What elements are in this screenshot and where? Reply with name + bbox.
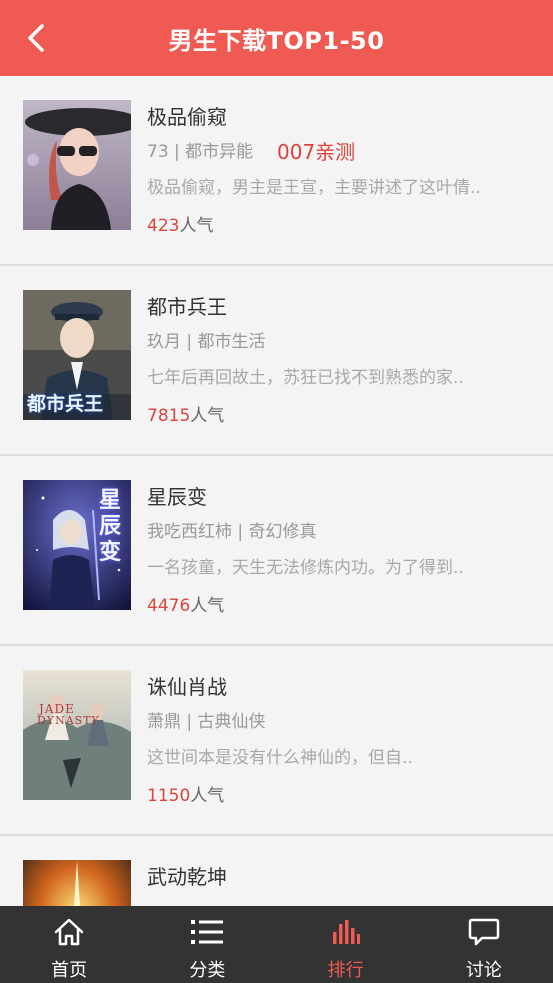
book-description: 这世间本是没有什么神仙的，但自.. xyxy=(147,748,413,768)
cover-art-text: 星辰变 xyxy=(99,488,122,565)
book-popularity: 423人气 xyxy=(147,214,533,238)
book-cover[interactable]: 都市兵王 xyxy=(23,290,131,420)
tab-ranking[interactable]: 排行 xyxy=(277,906,415,983)
tab-label: 首页 xyxy=(51,960,88,981)
bottom-tab-bar: 首页 分类 排行 讨论 xyxy=(0,906,553,983)
book-author-category: 73 | 都市异能 xyxy=(147,142,254,162)
tab-category[interactable]: 分类 xyxy=(138,906,276,983)
book-item[interactable]: JADE DYNASTY 诛仙肖战 萧鼎 | 古典仙侠 这世间本是没有什么神仙的… xyxy=(0,646,553,836)
tab-discussion[interactable]: 讨论 xyxy=(415,906,553,983)
cover-art-text: DYNASTY xyxy=(37,714,100,727)
book-item[interactable]: 都市兵王 都市兵王 玖月 | 都市生活 七年后再回故土，苏狂已找不到熟悉的家..… xyxy=(0,266,553,456)
popularity-suffix: 人气 xyxy=(190,596,225,616)
book-title[interactable]: 都市兵王 xyxy=(147,292,533,322)
popularity-count: 4476 xyxy=(147,596,191,616)
book-item[interactable]: 极品偷窥 73 | 都市异能 007亲测 极品偷窥，男主是王宣，主要讲述了这叶倩… xyxy=(0,76,553,266)
home-icon xyxy=(54,918,84,946)
book-cover[interactable] xyxy=(23,860,131,906)
bar-chart-icon xyxy=(332,920,360,944)
book-description: 一名孩童，天生无法修炼内功。为了得到.. xyxy=(147,558,464,578)
tab-label: 分类 xyxy=(189,960,226,981)
book-author-category: 玖月 | 都市生活 xyxy=(147,332,266,352)
book-popularity: 7815人气 xyxy=(147,404,533,428)
popularity-suffix: 人气 xyxy=(179,216,214,236)
popularity-suffix: 人气 xyxy=(190,406,225,426)
tab-home[interactable]: 首页 xyxy=(0,906,138,983)
tab-label: 排行 xyxy=(327,960,364,981)
page-title: 男生下载TOP1-50 xyxy=(168,26,385,55)
book-title[interactable]: 星辰变 xyxy=(147,482,533,512)
chevron-left-icon xyxy=(28,24,44,52)
book-author-category: 萧鼎 | 古典仙侠 xyxy=(147,712,266,732)
book-author-category: 我吃西红柿 | 奇幻修真 xyxy=(147,522,317,542)
book-title[interactable]: 诛仙肖战 xyxy=(147,672,533,702)
popularity-count: 7815 xyxy=(147,406,191,426)
popularity-count: 1150 xyxy=(147,786,191,806)
book-item[interactable]: 星辰变 星辰变 我吃西红柿 | 奇幻修真 一名孩童，天生无法修炼内功。为了得到.… xyxy=(0,456,553,646)
popularity-count: 423 xyxy=(147,216,180,236)
book-cover[interactable]: JADE DYNASTY xyxy=(23,670,131,800)
cover-art-text: 都市兵王 xyxy=(27,393,104,415)
book-title[interactable]: 极品偷窥 xyxy=(147,102,533,132)
book-popularity: 4476人气 xyxy=(147,594,533,618)
book-popularity: 1150人气 xyxy=(147,784,533,808)
book-description: 极品偷窥，男主是王宣，主要讲述了这叶倩.. xyxy=(147,178,481,198)
popularity-suffix: 人气 xyxy=(190,786,225,806)
book-cover[interactable]: 星辰变 xyxy=(23,480,131,610)
book-cover[interactable] xyxy=(23,100,131,230)
back-button[interactable] xyxy=(18,20,54,56)
tab-label: 讨论 xyxy=(465,960,502,981)
book-description: 七年后再回故土，苏狂已找不到熟悉的家.. xyxy=(147,368,464,388)
book-list: 极品偷窥 73 | 都市异能 007亲测 极品偷窥，男主是王宣，主要讲述了这叶倩… xyxy=(0,76,553,906)
book-title[interactable]: 武动乾坤 xyxy=(147,862,533,892)
book-tag: 007亲测 xyxy=(277,140,356,164)
list-icon xyxy=(191,920,224,944)
app-header: 男生下载TOP1-50 xyxy=(0,0,553,76)
chat-bubble-icon xyxy=(468,918,500,946)
book-item[interactable]: 武动乾坤 xyxy=(0,836,553,906)
